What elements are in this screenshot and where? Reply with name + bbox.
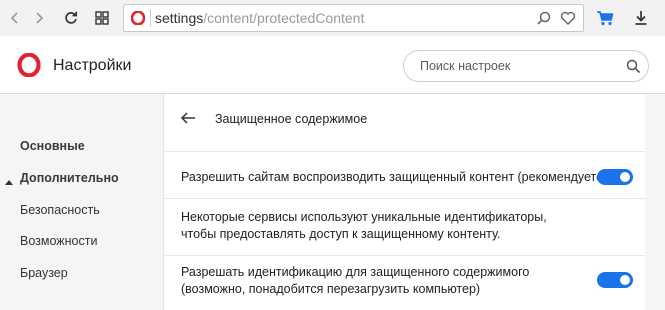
protected-content-toggle[interactable] (597, 169, 633, 185)
page-title: Настройки (53, 57, 132, 74)
sidebar-item-basic[interactable]: Основные (20, 139, 85, 153)
identification-label: Разрешать идентификацию для защищенного … (181, 265, 530, 296)
tab-grid-icon[interactable] (91, 7, 113, 29)
identifiers-info-text: Некоторые сервисы используют уникальные … (181, 210, 547, 241)
divider (164, 255, 646, 256)
settings-sidebar: Основные Дополнительно Безопасность Возм… (0, 94, 163, 310)
divider (164, 198, 646, 199)
opera-logo (17, 52, 41, 82)
scrollbar-track[interactable] (645, 94, 665, 310)
search-icon[interactable] (626, 59, 641, 79)
address-bar[interactable]: settings/content/protectedContent (123, 4, 584, 32)
heart-icon[interactable] (560, 10, 576, 31)
search-icon[interactable] (536, 10, 552, 31)
forward-arrow-icon[interactable] (28, 7, 50, 29)
settings-search-input[interactable]: Поиск настроек (403, 50, 649, 82)
url-host: settings (155, 10, 204, 26)
protected-content-label: Разрешить сайтам воспроизводить защищенн… (181, 170, 614, 184)
settings-content: Защищенное содержимое Разрешить сайтам в… (163, 94, 646, 310)
reload-icon[interactable] (60, 7, 82, 29)
back-arrow-icon[interactable] (180, 111, 196, 130)
settings-header: Настройки Поиск настроек (0, 36, 665, 94)
toggle-knob (620, 172, 630, 182)
url-path: /content/protectedContent (203, 10, 365, 26)
search-placeholder: Поиск настроек (420, 59, 511, 73)
toggle-knob (620, 275, 630, 285)
sidebar-item-features[interactable]: Возможности (20, 234, 97, 248)
opera-logo-icon (130, 10, 146, 30)
caret-up-icon[interactable] (5, 172, 13, 190)
section-title: Защищенное содержимое (215, 112, 368, 126)
settings-window: settings/content/protectedContent Настро… (0, 0, 665, 310)
sidebar-item-browser[interactable]: Браузер (20, 266, 68, 280)
sidebar-item-security[interactable]: Безопасность (20, 203, 100, 217)
divider (164, 151, 646, 152)
cart-icon[interactable] (594, 7, 616, 29)
back-arrow-icon[interactable] (4, 7, 26, 29)
browser-toolbar: settings/content/protectedContent (0, 0, 665, 36)
sidebar-item-advanced[interactable]: Дополнительно (20, 171, 119, 185)
identification-toggle[interactable] (597, 272, 633, 288)
address-separator (150, 9, 151, 27)
download-icon[interactable] (630, 7, 652, 29)
address-url[interactable]: settings/content/protectedContent (155, 10, 364, 26)
